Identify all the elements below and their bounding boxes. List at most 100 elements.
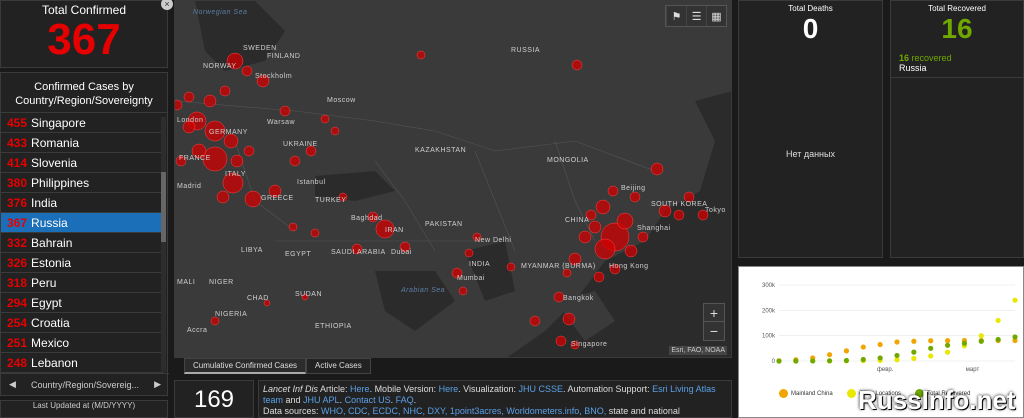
case-bubble[interactable] xyxy=(593,271,605,283)
case-bubble[interactable] xyxy=(607,185,619,197)
country-list-item[interactable]: 376 India xyxy=(1,193,163,213)
chart-point[interactable] xyxy=(810,358,816,364)
chart-point[interactable] xyxy=(944,349,951,355)
case-bubble[interactable] xyxy=(616,212,634,230)
chart-point[interactable] xyxy=(995,317,1001,324)
case-bubble[interactable] xyxy=(588,220,602,234)
country-list-item[interactable]: 294 Egypt xyxy=(1,293,163,313)
chart-point[interactable] xyxy=(978,338,984,344)
country-list-item[interactable]: 248 Lebanon xyxy=(1,353,163,373)
chart-point[interactable] xyxy=(877,341,883,348)
sources-links[interactable]: WHO, CDC, ECDC, NHC, DXY, 1point3acres, … xyxy=(321,406,606,416)
tab-cumulative-confirmed[interactable]: Cumulative Confirmed Cases xyxy=(184,358,307,374)
case-bubble[interactable] xyxy=(243,145,255,157)
chart-point[interactable] xyxy=(860,344,866,350)
chart-point[interactable] xyxy=(928,353,934,359)
case-bubble[interactable] xyxy=(216,190,230,204)
chart-point[interactable] xyxy=(911,355,917,362)
country-list-item[interactable]: 367 Russia xyxy=(1,213,163,233)
next-icon[interactable]: ▶ xyxy=(154,379,161,390)
chart-point[interactable] xyxy=(1012,334,1018,340)
chart-point[interactable] xyxy=(877,355,883,361)
list-scrollbar[interactable] xyxy=(161,117,166,372)
case-bubble[interactable] xyxy=(310,228,320,238)
case-bubble[interactable] xyxy=(230,154,244,168)
case-bubble[interactable] xyxy=(458,286,468,296)
zoom-in-button[interactable]: + xyxy=(704,304,724,322)
case-bubble[interactable] xyxy=(595,199,611,215)
case-bubble[interactable] xyxy=(594,238,616,260)
country-list-item[interactable]: 251 Mexico xyxy=(1,333,163,353)
zoom-out-button[interactable]: − xyxy=(704,322,724,340)
country-list-item[interactable]: 332 Bahrain xyxy=(1,233,163,253)
country-list-item[interactable]: 414 Slovenia xyxy=(1,153,163,173)
case-bubble[interactable] xyxy=(320,114,330,124)
case-bubble[interactable] xyxy=(183,91,195,103)
country-list-item[interactable]: 254 Croatia xyxy=(1,313,163,333)
chart-point[interactable] xyxy=(928,345,934,351)
case-bubble[interactable] xyxy=(562,312,576,326)
case-bubble[interactable] xyxy=(637,231,649,243)
prev-icon[interactable]: ◀ xyxy=(9,379,16,390)
case-bubble[interactable] xyxy=(289,155,301,167)
chart-point[interactable] xyxy=(793,358,799,364)
close-icon[interactable]: × xyxy=(161,0,173,10)
chart-point[interactable] xyxy=(911,338,917,344)
chart-point[interactable] xyxy=(911,349,917,355)
chart-point[interactable] xyxy=(843,348,850,354)
jhu-apl-link[interactable]: JHU APL xyxy=(303,395,340,405)
case-bubble[interactable] xyxy=(571,59,583,71)
case-bubble[interactable] xyxy=(416,50,426,60)
chart-point[interactable] xyxy=(860,356,866,363)
basemap-gallery-icon[interactable]: ▦ xyxy=(706,6,726,26)
chart-point[interactable] xyxy=(894,352,900,359)
legend-icon[interactable]: ☰ xyxy=(686,6,706,26)
chart-point[interactable] xyxy=(776,358,782,364)
case-bubble[interactable] xyxy=(506,262,516,272)
case-bubble[interactable] xyxy=(464,248,474,258)
case-bubble[interactable] xyxy=(203,94,217,108)
case-bubble[interactable] xyxy=(629,191,641,203)
article-link[interactable]: Here xyxy=(350,384,370,394)
case-bubble[interactable] xyxy=(555,335,567,347)
chart-point[interactable] xyxy=(928,338,934,344)
case-bubble[interactable] xyxy=(279,105,291,117)
scrollbar-thumb[interactable] xyxy=(161,172,166,242)
chart-point[interactable] xyxy=(826,358,833,364)
chart-point[interactable] xyxy=(843,357,850,364)
map[interactable]: Norwegian Sea RUSSIA FINLAND SWEDEN NORW… xyxy=(174,0,732,358)
case-bubble[interactable] xyxy=(578,230,592,244)
country-list-item[interactable]: 455 Singapore xyxy=(1,113,163,133)
case-bubble[interactable] xyxy=(650,162,664,176)
mobile-link[interactable]: Here xyxy=(439,384,459,394)
case-bubble[interactable] xyxy=(673,209,685,221)
case-bubble[interactable] xyxy=(244,190,262,208)
legend-item[interactable]: Mainland China xyxy=(779,389,833,398)
country-list-item[interactable]: 318 Peru xyxy=(1,273,163,293)
contact-link[interactable]: Contact US xyxy=(345,395,391,405)
case-bubble[interactable] xyxy=(562,268,572,278)
chart-point[interactable] xyxy=(995,336,1001,343)
case-bubble[interactable] xyxy=(624,244,638,258)
country-list-item[interactable]: 326 Estonia xyxy=(1,253,163,273)
case-bubble[interactable] xyxy=(288,222,298,232)
case-bubble[interactable] xyxy=(529,315,541,327)
country-list-item[interactable]: 380 Philippines xyxy=(1,173,163,193)
tab-active-cases[interactable]: Active Cases xyxy=(306,358,371,374)
chart-point[interactable] xyxy=(944,338,951,344)
case-bubble[interactable] xyxy=(210,316,220,326)
recovered-row[interactable]: 16 recovered Russia xyxy=(891,49,1023,78)
jhu-csse-link[interactable]: JHU CSSE xyxy=(519,384,564,394)
country-list-item[interactable]: 433 Romania xyxy=(1,133,163,153)
chart-point[interactable] xyxy=(1012,297,1018,303)
case-bubble[interactable] xyxy=(330,126,340,136)
chart-point[interactable] xyxy=(894,339,900,345)
case-bubble[interactable] xyxy=(223,133,239,149)
chart-point[interactable] xyxy=(826,352,833,358)
case-bubble[interactable] xyxy=(241,65,253,77)
case-bubble[interactable] xyxy=(219,85,231,97)
bookmark-icon[interactable]: ⚑ xyxy=(666,6,686,26)
faq-link[interactable]: FAQ xyxy=(396,395,414,405)
chart-point[interactable] xyxy=(978,333,984,339)
chart-point[interactable] xyxy=(944,342,951,348)
